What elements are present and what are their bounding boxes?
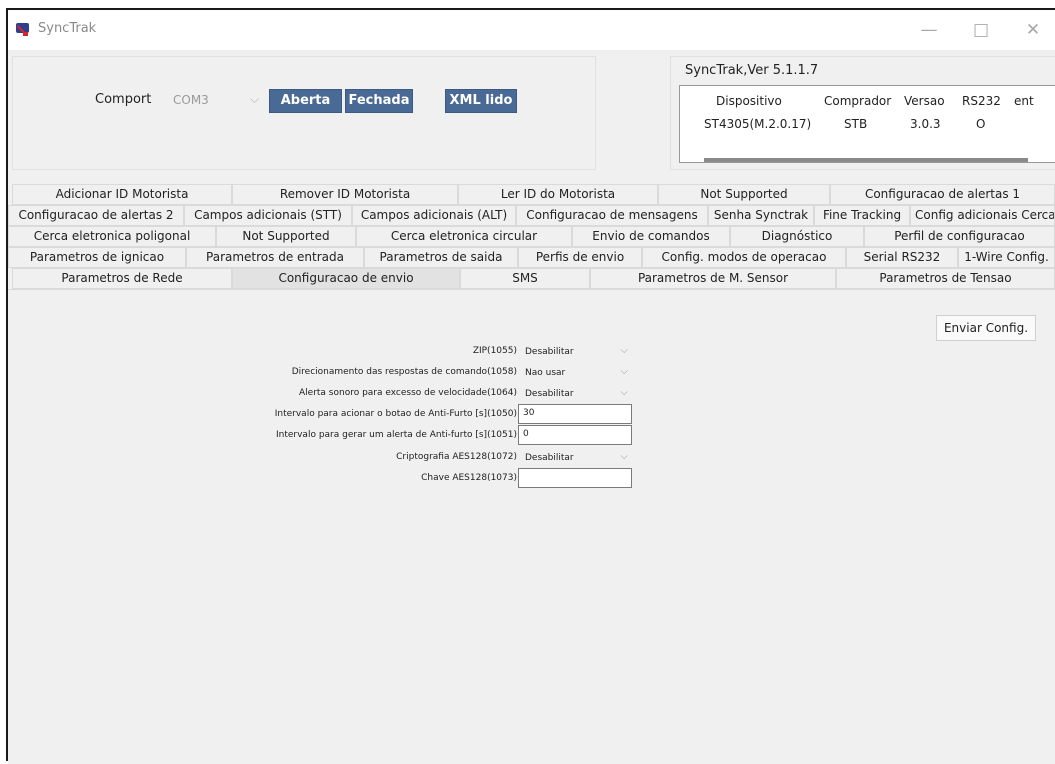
device-info-group: SyncTrak,Ver 5.1.1.7 Dispositivo Comprad…: [670, 56, 1055, 170]
direcionamento-label: Direcionamento das respostas de comando(…: [291, 367, 517, 377]
tab-fine-tracking[interactable]: Fine Tracking: [814, 205, 910, 226]
tab-row-4: Parametros de ignicao Parametros de entr…: [8, 247, 1055, 268]
tab-parametros-saida[interactable]: Parametros de saida: [364, 247, 518, 268]
tab-configuracao-envio[interactable]: Configuracao de envio: [232, 268, 460, 289]
tab-perfis-envio[interactable]: Perfis de envio: [518, 247, 642, 268]
tab-adicionar-id-motorista[interactable]: Adicionar ID Motorista: [12, 184, 232, 205]
tab-diagnostico[interactable]: Diagnóstico: [730, 226, 864, 247]
maximize-button[interactable]: □: [961, 16, 1001, 44]
tab-serial-rs232[interactable]: Serial RS232: [846, 247, 958, 268]
tab-perfil-configuracao[interactable]: Perfil de configuracao: [864, 226, 1055, 247]
table-cell-rs232: O: [976, 117, 986, 131]
connection-group: Comport COM3 ⌵ Aberta Fechada XML lido: [12, 56, 596, 170]
tab-row-5: Parametros de Rede Configuracao de envio…: [8, 268, 1055, 289]
chevron-down-icon: ⌵: [620, 345, 628, 356]
tab-not-supported-1[interactable]: Not Supported: [658, 184, 830, 205]
tab-parametros-entrada[interactable]: Parametros de entrada: [186, 247, 364, 268]
intervalo-alerta-label: Intervalo para gerar um alerta de Anti-f…: [275, 430, 517, 440]
tab-cerca-eletronica-poligonal[interactable]: Cerca eletronica poligonal: [8, 226, 216, 247]
table-header-ent: ent: [1014, 94, 1034, 108]
tab-row-3: Cerca eletronica poligonal Not Supported…: [8, 226, 1055, 247]
version-label: SyncTrak,Ver 5.1.1.7: [685, 63, 819, 78]
criptografia-label: Criptografia AES128(1072): [396, 452, 517, 462]
comport-label: Comport: [95, 92, 152, 107]
tab-cerca-eletronica-circular[interactable]: Cerca eletronica circular: [356, 226, 572, 247]
intervalo-botao-label: Intervalo para acionar o botao de Anti-F…: [274, 409, 517, 419]
comport-select[interactable]: COM3 ⌵: [165, 89, 265, 113]
tab-configuracao-alertas-2[interactable]: Configuracao de alertas 2: [8, 205, 184, 226]
table-cell-buyer: STB: [844, 117, 868, 131]
configuracao-envio-panel: Enviar Config. ZIP(1055) Desabilitar ⌵ D…: [8, 289, 1055, 764]
alerta-sonoro-label: Alerta sonoro para excesso de velocidade…: [299, 388, 517, 398]
chevron-down-icon: ⌵: [620, 451, 628, 462]
close-button[interactable]: ✕: [1013, 16, 1053, 44]
chevron-down-icon: ⌵: [620, 366, 628, 377]
tab-senha-synctrak[interactable]: Senha Synctrak: [708, 205, 814, 226]
tab-parametros-ignicao[interactable]: Parametros de ignicao: [8, 247, 186, 268]
table-cell-version: 3.0.3: [910, 117, 941, 131]
table-header-rs232: RS232: [962, 94, 1001, 108]
tab-row-1: Adicionar ID Motorista Remover ID Motori…: [8, 184, 1055, 205]
xml-read-button[interactable]: XML lido: [445, 89, 517, 113]
tab-envio-comandos[interactable]: Envio de comandos: [572, 226, 730, 247]
direcionamento-select[interactable]: Nao usar ⌵: [520, 364, 634, 382]
criptografia-select[interactable]: Desabilitar ⌵: [520, 449, 634, 467]
alerta-sonoro-select[interactable]: Desabilitar ⌵: [520, 385, 634, 403]
title-bar: SyncTrak — □ ✕: [8, 10, 1055, 50]
tab-campos-adicionais-alt[interactable]: Campos adicionais (ALT): [352, 205, 516, 226]
comport-value: COM3: [173, 93, 209, 107]
tab-not-supported-2[interactable]: Not Supported: [216, 226, 356, 247]
tab-row-2: Configuracao de alertas 2 Campos adicion…: [8, 205, 1055, 226]
zip-label: ZIP(1055): [472, 346, 517, 356]
close-port-button[interactable]: Fechada: [345, 89, 413, 113]
tab-parametros-tensao[interactable]: Parametros de Tensao: [836, 268, 1055, 289]
tab-parametros-rede[interactable]: Parametros de Rede: [12, 268, 232, 289]
intervalo-alerta-input[interactable]: 0: [518, 425, 632, 445]
tab-configuracao-mensagens[interactable]: Configuracao de mensagens: [516, 205, 708, 226]
intervalo-botao-value: 30: [523, 408, 535, 418]
minimize-button[interactable]: —: [909, 16, 949, 44]
tab-remover-id-motorista[interactable]: Remover ID Motorista: [232, 184, 458, 205]
app-window: SyncTrak — □ ✕ Comport COM3 ⌵ Aberta Fec…: [6, 8, 1055, 764]
synctrak-logo-icon: [16, 23, 29, 36]
tab-campos-adicionais-stt[interactable]: Campos adicionais (STT): [184, 205, 352, 226]
intervalo-alerta-value: 0: [523, 429, 529, 439]
table-header-version: Versao: [904, 94, 945, 108]
chave-aes-input[interactable]: [518, 468, 632, 488]
criptografia-value: Desabilitar: [525, 453, 574, 463]
horizontal-scrollbar[interactable]: [704, 158, 1028, 162]
tab-sms[interactable]: SMS: [460, 268, 590, 289]
chave-aes-label: Chave AES128(1073): [421, 473, 517, 483]
tab-configuracao-alertas-1[interactable]: Configuracao de alertas 1: [830, 184, 1055, 205]
send-config-button[interactable]: Enviar Config.: [936, 315, 1036, 341]
table-header-device: Dispositivo: [716, 94, 782, 108]
device-table: Dispositivo Comprador Versao RS232 ent S…: [679, 85, 1055, 163]
table-cell-device: ST4305(M.2.0.17): [704, 117, 812, 131]
chevron-down-icon: ⌵: [620, 387, 628, 398]
intervalo-botao-input[interactable]: 30: [518, 404, 632, 424]
tab-ler-id-motorista[interactable]: Ler ID do Motorista: [458, 184, 658, 205]
table-header-buyer: Comprador: [824, 94, 892, 108]
alerta-sonoro-value: Desabilitar: [525, 389, 574, 399]
tab-parametros-m-sensor[interactable]: Parametros de M. Sensor: [590, 268, 836, 289]
tab-config-modos-operacao[interactable]: Config. modos de operacao: [642, 247, 846, 268]
direcionamento-value: Nao usar: [525, 368, 566, 378]
zip-value: Desabilitar: [525, 347, 574, 357]
zip-select[interactable]: Desabilitar ⌵: [520, 343, 634, 361]
tab-1-wire-config[interactable]: 1-Wire Config.: [958, 247, 1055, 268]
window-title: SyncTrak: [38, 21, 97, 36]
chevron-down-icon: ⌵: [249, 92, 259, 106]
tab-config-adicionais-cerca[interactable]: Config adicionais Cerca: [910, 205, 1055, 226]
open-port-button[interactable]: Aberta: [269, 89, 342, 113]
